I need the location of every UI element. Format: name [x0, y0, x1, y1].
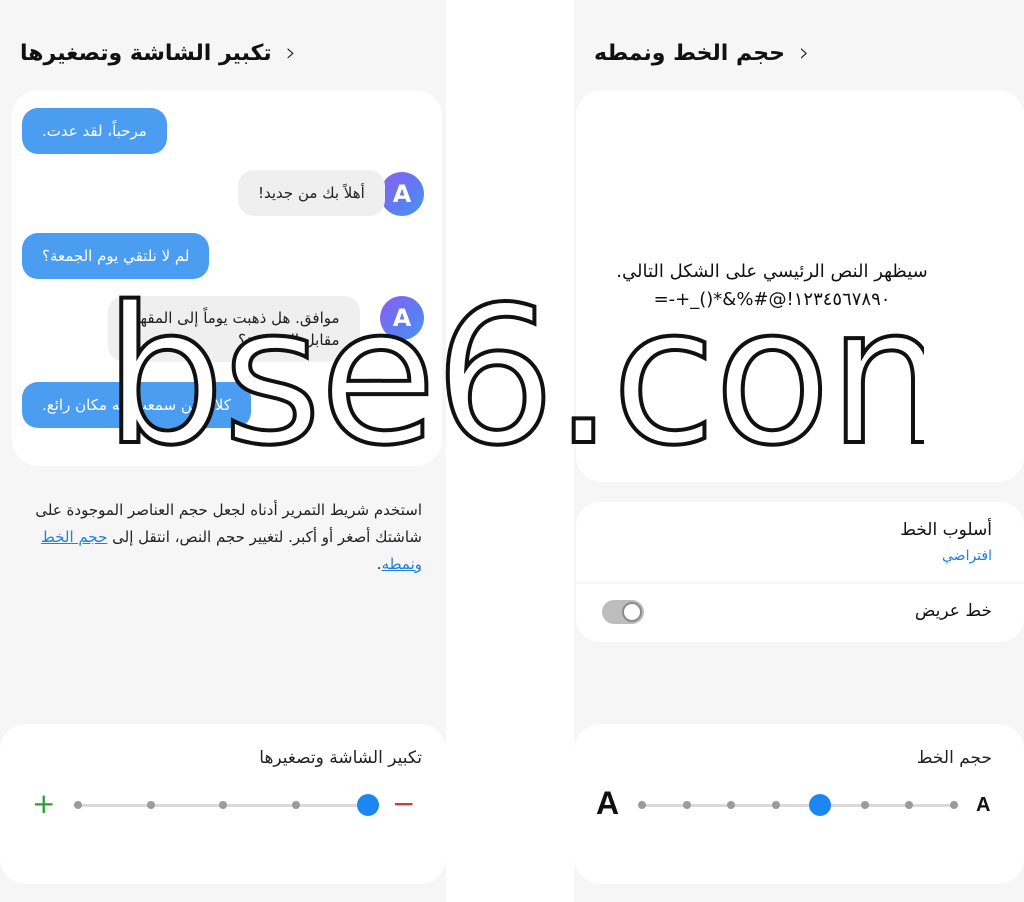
preview-line-1: سيظهر النص الرئيسي على الشكل التالي.: [616, 261, 928, 282]
font-style-setting[interactable]: أسلوب الخط افتراضي: [576, 502, 1024, 582]
chat-bubble-text-line2: مقابل المدرسة؟: [237, 331, 340, 349]
left-screen: ‹ تكبير الشاشة وتصغيرها مرحباً، لقد عدت.…: [0, 0, 446, 902]
chat-bubble-sent: مرحباً، لقد عدت.: [22, 108, 167, 154]
small-font-icon[interactable]: A: [976, 794, 990, 816]
chat-bubble-text: لم لا نلتقي يوم الجمعة؟: [42, 247, 190, 265]
slider-step: [219, 801, 227, 809]
chat-bubble-text-line1: موافق. هل ذهبت يوماً إلى المقهى: [128, 309, 340, 327]
toggle-knob: [622, 602, 642, 622]
slider-step: [74, 801, 82, 809]
chat-bubble-received: موافق. هل ذهبت يوماً إلى المقهى مقابل ال…: [108, 296, 360, 362]
font-size-card: حجم الخط A A: [574, 724, 1024, 884]
slider-step: [860, 801, 869, 809]
slider-step: [638, 801, 646, 809]
bold-font-toggle[interactable]: [602, 600, 644, 624]
font-style-value: افتراضي: [942, 548, 992, 564]
screen-zoom-slider[interactable]: [74, 794, 379, 816]
slider-step: [905, 801, 914, 809]
back-chevron-icon[interactable]: ‹: [286, 40, 296, 66]
preview-line-2: ١٢٣٤٥٦٧٨٩٠!@#%&*()_+-=: [653, 289, 891, 310]
bold-font-title: خط عريض: [914, 601, 992, 621]
page-title: تكبير الشاشة وتصغيرها: [20, 40, 272, 66]
avatar-letter: A: [392, 304, 412, 332]
font-style-title: أسلوب الخط: [900, 520, 992, 540]
right-header: ‹ حجم الخط ونمطه: [594, 28, 1000, 78]
slider-thumb[interactable]: [357, 794, 379, 816]
plus-icon[interactable]: +: [32, 790, 55, 818]
minus-icon[interactable]: −: [392, 790, 415, 818]
font-preview-text: سيظهر النص الرئيسي على الشكل التالي. ١٢٣…: [592, 258, 952, 314]
left-header: ‹ تكبير الشاشة وتصغيرها: [20, 28, 422, 78]
slider-step: [146, 801, 155, 809]
back-chevron-icon[interactable]: ‹: [799, 40, 809, 66]
avatar-letter: A: [392, 180, 412, 208]
chat-bubble-sent: كلا، لكن سمعت أنه مكان رائع.: [22, 382, 251, 428]
slider-step: [291, 801, 300, 809]
chat-bubble-received: أهلاً بك من جديد!: [238, 170, 385, 216]
slider-step: [771, 801, 780, 809]
slider-step: [950, 801, 958, 809]
avatar: A: [380, 172, 424, 216]
chat-bubble-text: أهلاً بك من جديد!: [258, 184, 365, 202]
screen-zoom-card: تكبير الشاشة وتصغيرها + −: [0, 724, 446, 884]
chat-bubble-text: كلا، لكن سمعت أنه مكان رائع.: [42, 396, 231, 414]
chat-bubble-sent: لم لا نلتقي يوم الجمعة؟: [22, 233, 210, 279]
screen-zoom-label: تكبير الشاشة وتصغيرها: [259, 748, 422, 768]
slider-step: [727, 801, 736, 809]
large-font-icon[interactable]: A: [596, 786, 619, 820]
chat-preview-card: مرحباً، لقد عدت. A أهلاً بك من جديد! لم …: [12, 90, 442, 466]
bold-font-setting[interactable]: خط عريض: [576, 584, 1024, 642]
slider-thumb[interactable]: [809, 794, 832, 816]
avatar: A: [380, 296, 424, 340]
font-preview-card: سيظهر النص الرئيسي على الشكل التالي. ١٢٣…: [576, 90, 1024, 482]
slider-step: [682, 801, 691, 809]
zoom-description: استخدم شريط التمرير أدناه لجعل حجم العنا…: [26, 497, 422, 578]
font-size-slider[interactable]: [638, 794, 958, 816]
chat-bubble-text: مرحباً، لقد عدت.: [42, 122, 147, 140]
panel-gap: [446, 0, 574, 902]
font-size-label: حجم الخط: [916, 748, 992, 768]
page-title: حجم الخط ونمطه: [594, 40, 785, 66]
